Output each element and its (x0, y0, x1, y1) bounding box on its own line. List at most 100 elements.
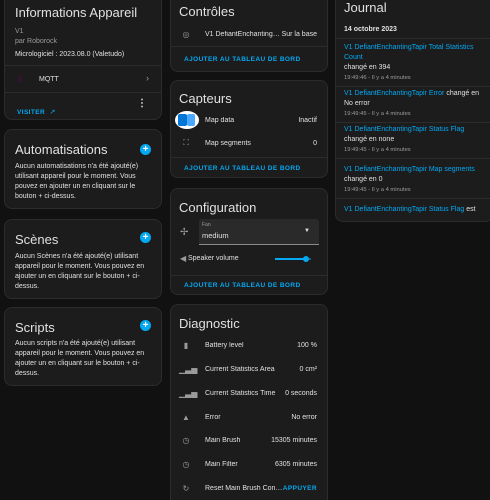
journal-entry-time: 19:49:45 - Il y a 4 minutes (344, 111, 411, 117)
diagnostic-row: ↻ Reset Main Brush Cons... APPUYER (179, 480, 317, 496)
robot-vacuum-icon: ◎ (182, 29, 190, 39)
sensor-map-data-row[interactable]: Map data Inactif (175, 111, 317, 129)
journal-entry-text: changé en none (344, 136, 395, 143)
journal-entry-text: est (464, 206, 476, 213)
chevron-right-icon: › (146, 73, 149, 83)
external-link-icon: ↗ (49, 109, 56, 116)
mqtt-icon: ⫶⫶ (18, 74, 23, 84)
diagnostic-label: Battery level (205, 341, 244, 349)
diagnostic-title: Diagnostic (179, 316, 240, 331)
diagnostic-label: Current Statistics Time (205, 389, 276, 397)
journal-entry-text: changé en 394 (344, 64, 391, 71)
journal-entry: V1 DefiantEnchantingTapir Error changé e… (336, 87, 490, 123)
sensors-title: Capteurs (179, 91, 232, 106)
diagnostic-label: Error (205, 413, 221, 421)
journal-entry-time: 19:49:45 - Il y a 4 minutes (344, 147, 411, 153)
fan-icon: ✢ (180, 227, 189, 238)
press-button[interactable]: APPUYER (283, 485, 317, 492)
add-script-button[interactable]: + (140, 320, 151, 331)
speaker-volume-fill (275, 258, 306, 260)
scripts-title: Scripts (15, 320, 55, 335)
diagnostic-row[interactable]: ▁▃▅ Current Statistics Time 0 seconds (179, 385, 317, 401)
journal-entry-time: 19:49:45 - Il y a 4 minutes (344, 187, 411, 193)
configuration-add-to-dashboard-button[interactable]: AJOUTER AU TABLEAU DE BORD (184, 282, 301, 289)
diagnostic-card: Diagnostic ▮ Battery level 100 % ▁▃▅ Cur… (170, 304, 328, 500)
controls-entity-state: Sur la base (281, 30, 317, 38)
speaker-icon: ◀ (180, 254, 187, 263)
diagnostic-row[interactable]: ▁▃▅ Current Statistics Area 0 cm² (179, 361, 317, 377)
refresh-icon: ↻ (182, 483, 190, 493)
diagnostic-row[interactable]: ◷ Main Brush 15305 minutes (179, 432, 318, 448)
diagnostic-value: 6305 minutes (274, 460, 317, 468)
journal-card: Journal 14 octobre 2023 V1 DefiantEnchan… (335, 0, 490, 222)
journal-entry-link[interactable]: V1 DefiantEnchantingTapir Status Flag (344, 126, 464, 133)
journal-entry-time: 19:49:46 - Il y a 4 minutes (344, 75, 411, 81)
sensor-value: 0 (313, 139, 317, 147)
device-info-card: Informations Appareil V1 par Roborock Mi… (4, 0, 162, 120)
sensor-label: Map segments (205, 139, 251, 147)
diagnostic-row[interactable]: ◷ Main Filter 6305 minutes (179, 456, 318, 472)
diagnostic-label: Current Statistics Area (205, 365, 275, 373)
integration-label: MQTT (39, 76, 59, 83)
sensor-map-segments-row[interactable]: ⛶ Map segments 0 (179, 135, 317, 151)
more-options-icon[interactable]: ⋮ (137, 98, 147, 109)
configuration-card: Configuration ✢ Fan medium ▼ ◀ Speaker v… (170, 188, 328, 295)
diagnostic-value: No error (291, 413, 317, 421)
alert-icon: ▲ (182, 412, 190, 422)
map-segments-icon: ⛶ (183, 138, 189, 147)
scenes-empty-text: Aucun Scènes n'a été ajouté(e) utilisant… (15, 253, 145, 290)
device-name: V1 (15, 28, 24, 35)
device-info-title: Informations Appareil (15, 5, 138, 20)
journal-entry: V1 DefiantEnchantingTapir Total Statisti… (336, 41, 490, 87)
journal-entry-link[interactable]: V1 DefiantEnchantingTapir Map segments (344, 166, 475, 173)
scenes-card: Scènes + Aucun Scènes n'a été ajouté(e) … (4, 219, 162, 299)
speaker-volume-slider[interactable] (275, 256, 311, 262)
dropdown-arrow-icon: ▼ (304, 228, 310, 234)
fan-select-value: medium (202, 231, 229, 240)
sensor-label: Map data (205, 116, 235, 124)
diagnostic-label: Main Brush (205, 436, 241, 444)
speaker-volume-label: Speaker volume (188, 255, 239, 262)
diagnostic-value: 0 seconds (285, 389, 317, 397)
device-manufacturer: par Roborock (15, 38, 58, 45)
diagnostic-value: 0 cm² (299, 365, 318, 373)
diagnostic-label: Reset Main Brush Cons... (205, 484, 283, 492)
journal-date: 14 octobre 2023 (344, 26, 397, 33)
configuration-title: Configuration (179, 200, 257, 215)
controls-title: Contrôles (179, 4, 235, 19)
scenes-title: Scènes (15, 232, 59, 247)
journal-entry-link[interactable]: V1 DefiantEnchantingTapir Status Flag (344, 206, 464, 213)
journal-entry: V1 DefiantEnchantingTapir Status Flag es… (336, 203, 490, 221)
diagnostic-row[interactable]: ▲ Error No error (179, 409, 317, 425)
controls-card: Contrôles ◎ V1 DefiantEnchantingT... Sur… (170, 0, 328, 72)
automations-title: Automatisations (15, 142, 108, 157)
sensor-value: Inactif (298, 116, 317, 124)
bar-chart-icon: ▁▃▅ (179, 388, 198, 398)
timer-icon: ◷ (182, 459, 190, 469)
automations-empty-text: Aucun automatisations n'a été ajouté(e) … (15, 163, 139, 200)
integration-row[interactable]: ⫶⫶ MQTT › (5, 68, 161, 92)
map-image (175, 111, 199, 129)
bar-chart-icon: ▁▃▅ (179, 364, 198, 374)
fan-select-label: Fan (202, 222, 211, 228)
fan-select[interactable]: Fan medium ▼ (199, 219, 319, 245)
speaker-volume-thumb[interactable] (302, 256, 309, 262)
timer-icon: ◷ (182, 435, 190, 445)
journal-entry: V1 DefiantEnchantingTapir Status Flag ch… (336, 123, 490, 159)
visit-button[interactable]: VISITER ↗ (17, 101, 55, 119)
controls-add-to-dashboard-button[interactable]: AJOUTER AU TABLEAU DE BORD (184, 56, 301, 63)
journal-title: Journal (344, 0, 387, 15)
scripts-card: Scripts + Aucun scripts n'a été ajouté(e… (4, 307, 162, 386)
diagnostic-label: Main Filter (205, 460, 238, 468)
controls-entity-name: V1 DefiantEnchantingT... (205, 30, 282, 38)
journal-entry-link[interactable]: V1 DefiantEnchantingTapir Error (344, 90, 444, 97)
automations-card: Automatisations + Aucun automatisations … (4, 129, 162, 209)
add-automation-button[interactable]: + (140, 144, 151, 155)
add-scene-button[interactable]: + (140, 232, 151, 243)
controls-vacuum-row[interactable]: ◎ V1 DefiantEnchantingT... Sur la base (179, 26, 318, 42)
journal-entry: V1 DefiantEnchantingTapir Map segments c… (336, 163, 490, 199)
journal-entry-link[interactable]: V1 DefiantEnchantingTapir Total Statisti… (344, 44, 473, 61)
diagnostic-row[interactable]: ▮ Battery level 100 % (179, 337, 317, 353)
sensors-add-to-dashboard-button[interactable]: AJOUTER AU TABLEAU DE BORD (184, 165, 301, 172)
diagnostic-value: 15305 minutes (271, 436, 317, 444)
